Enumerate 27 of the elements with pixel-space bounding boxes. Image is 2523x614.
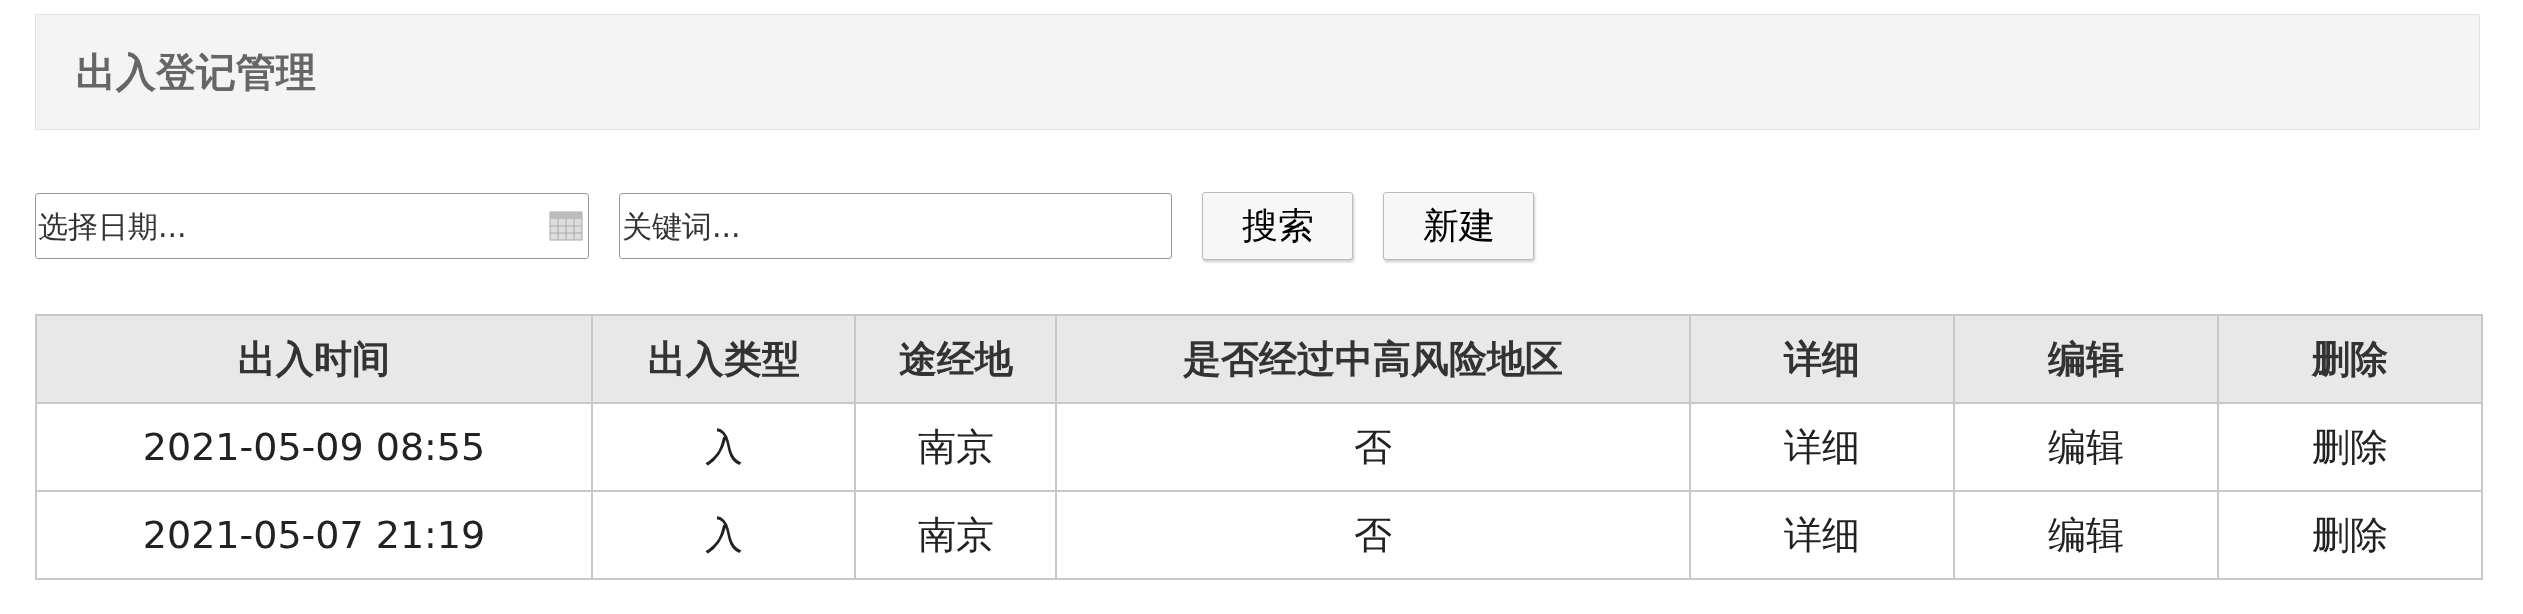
column-header: 编辑 (1954, 315, 2218, 403)
page-title: 出入登记管理 (76, 47, 316, 97)
delete-link[interactable]: 删除 (2312, 512, 2388, 557)
table-cell: 南京 (855, 491, 1056, 579)
table-cell: 2021-05-07 21:19 (36, 491, 592, 579)
search-button[interactable]: 搜索 (1202, 192, 1353, 260)
table-cell: 南京 (855, 403, 1056, 491)
table-cell: 否 (1056, 403, 1690, 491)
column-header: 删除 (2218, 315, 2482, 403)
column-header: 详细 (1690, 315, 1954, 403)
column-header: 途经地 (855, 315, 1056, 403)
edit-link[interactable]: 编辑 (2048, 512, 2124, 557)
table-cell: 2021-05-09 08:55 (36, 403, 592, 491)
detail-link[interactable]: 详细 (1784, 512, 1860, 557)
column-header: 是否经过中高风险地区 (1056, 315, 1690, 403)
edit-link[interactable]: 编辑 (2048, 424, 2124, 469)
date-field[interactable]: 选择日期... (35, 193, 589, 259)
column-header: 出入时间 (36, 315, 592, 403)
table-cell: 否 (1056, 491, 1690, 579)
table-cell: 入 (592, 403, 855, 491)
detail-link[interactable]: 详细 (1784, 424, 1860, 469)
new-button[interactable]: 新建 (1383, 192, 1534, 260)
delete-link[interactable]: 删除 (2312, 424, 2388, 469)
calendar-icon[interactable] (549, 211, 583, 241)
table-cell: 入 (592, 491, 855, 579)
column-header: 出入类型 (592, 315, 855, 403)
keyword-field[interactable]: 关键词... (619, 193, 1172, 259)
